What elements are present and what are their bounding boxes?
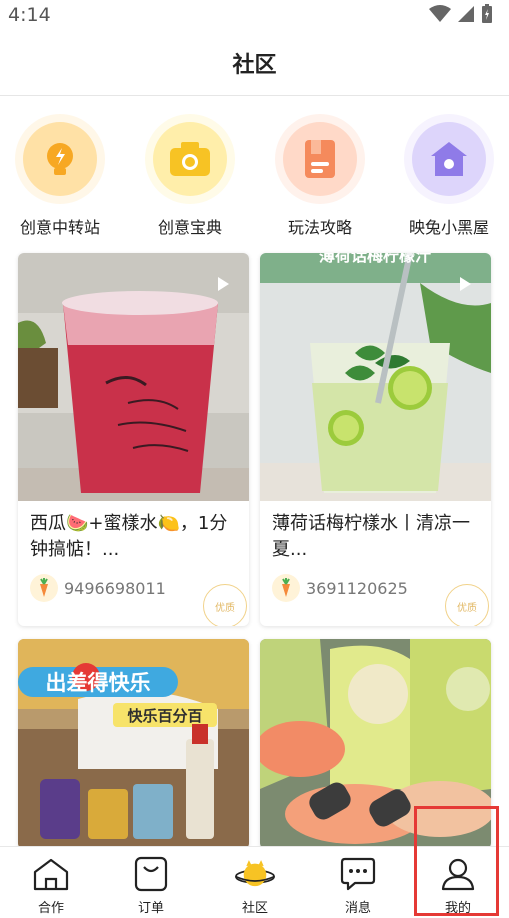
play-icon: [460, 277, 471, 291]
wifi-icon: [429, 5, 451, 22]
category-row: 创意中转站 创意宝典 玩法攻略 映兔小黑屋: [0, 110, 509, 240]
status-bar: 4:14: [0, 0, 509, 30]
nav-item-messages[interactable]: 消息: [307, 847, 409, 918]
bag-icon: [134, 856, 168, 892]
feed-card[interactable]: 出差得快乐 快乐百分百: [18, 639, 249, 849]
nav-label: 合作: [37, 901, 64, 916]
card-thumbnail: 薄荷话梅柠檬汁: [260, 253, 491, 501]
status-time: 4:14: [8, 4, 51, 26]
card-title: 薄荷话梅柠樣水丨清凉一夏...: [272, 513, 470, 560]
category-circle: [145, 114, 235, 204]
page-title: 社区: [232, 52, 277, 78]
category-play-guide[interactable]: 玩法攻略: [260, 110, 380, 240]
avatar: [30, 574, 58, 602]
overlay-subline: 快乐百分百: [127, 707, 202, 725]
user-id: 9496698011: [64, 578, 166, 598]
category-creative-hub[interactable]: 创意中转站: [0, 110, 120, 240]
camera-icon: [170, 142, 210, 176]
nav-label: 消息: [344, 901, 371, 916]
card-title: 西瓜🍉+蜜樣水🍋，1分钟搞惦！...: [30, 513, 228, 560]
nav-item-orders[interactable]: 订单: [100, 847, 202, 918]
feed-card[interactable]: 西瓜🍉+蜜樣水🍋，1分钟搞惦！... 9496698011 优质: [18, 253, 249, 626]
card-thumbnail: [18, 253, 249, 501]
category-label: 玩法攻略: [287, 218, 352, 237]
carrot-icon: [282, 578, 290, 597]
highlight-box: [414, 806, 499, 916]
category-dark-room[interactable]: 映兔小黑屋: [389, 110, 509, 240]
category-label: 创意中转站: [19, 218, 100, 237]
title-bar: 社区: [0, 30, 509, 96]
category-circle: [275, 114, 365, 204]
feed-card[interactable]: 薄荷话梅柠檬汁 薄荷话梅柠樣水丨清凉一夏... 3691120625 优质: [260, 253, 491, 626]
battery-icon: [482, 4, 492, 23]
quality-badge: 优质: [203, 584, 247, 626]
quality-badge: 优质: [445, 584, 489, 626]
overlay-headline: 出差得快乐: [46, 671, 151, 695]
signal-icon: [458, 6, 474, 22]
nav-label: 社区: [241, 901, 268, 916]
category-label: 映兔小黑屋: [408, 218, 489, 237]
nav-label: 订单: [137, 901, 164, 916]
travel-snacks-image: 出差得快乐 快乐百分百: [18, 639, 249, 849]
category-circle: [15, 114, 105, 204]
book-icon: [305, 140, 335, 178]
category-circle: [404, 114, 494, 204]
house-outline-icon: [33, 858, 69, 891]
mint-drink-image: 薄荷话梅柠檬汁: [260, 253, 491, 501]
community-page: 4:14 社区 创意中转站 创意宝典 玩法攻略 映兔小黑屋 西瓜🍉+蜜樣水🍋，1…: [0, 0, 509, 918]
planet-icon: [235, 860, 275, 887]
category-creative-guide[interactable]: 创意宝典: [130, 110, 250, 240]
play-icon: [218, 277, 229, 291]
nav-item-cooperate[interactable]: 合作: [0, 847, 102, 918]
video-overlay-text: 薄荷话梅柠檬汁: [319, 253, 431, 265]
carrot-icon: [40, 578, 48, 597]
user-id: 3691120625: [306, 578, 408, 598]
avatar: [272, 574, 300, 602]
watermelon-drink-image: [18, 253, 249, 501]
status-icons: [429, 4, 493, 24]
lightbulb-icon: [47, 143, 73, 175]
chat-bubble-icon: [340, 857, 376, 891]
category-label: 创意宝典: [157, 218, 222, 237]
nav-item-community[interactable]: 社区: [204, 847, 306, 918]
card-thumbnail: 出差得快乐 快乐百分百: [18, 639, 249, 849]
house-icon: [431, 142, 467, 176]
